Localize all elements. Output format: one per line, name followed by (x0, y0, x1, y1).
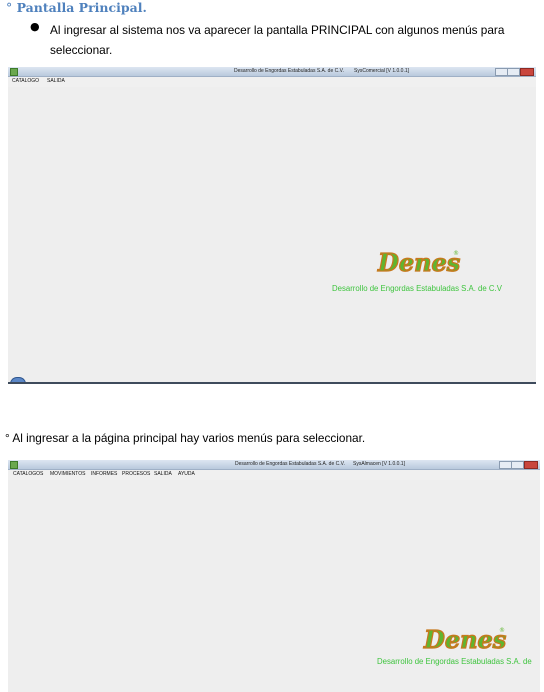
menu-movimientos[interactable]: MOVIMIENTOS (50, 471, 85, 478)
close-icon[interactable] (520, 68, 534, 76)
menu-salida[interactable]: SALIDA (154, 471, 172, 478)
window-title: Desarrollo de Engordas Estabuladas S.A. … (235, 461, 345, 467)
menu-informes[interactable]: INFORMES (91, 471, 117, 478)
taskbar-edge (8, 382, 536, 384)
menu-bar: CATALOGOS MOVIMIENTOS INFORMES PROCESOS … (8, 470, 540, 479)
menu-catalogo[interactable]: CATALOGO (12, 78, 39, 85)
window-version: SysAlmacen [V 1.0.0.1] (353, 461, 405, 467)
menu-bar: CATALOGO SALIDA (8, 77, 536, 86)
maximize-icon[interactable] (511, 461, 524, 469)
menu-ayuda[interactable]: AYUDA (178, 471, 195, 478)
denes-logo: Denes ® (376, 247, 462, 277)
degree-marker: ° (6, 0, 13, 15)
window-version: SysComercial [V 1.0.0.1] (354, 68, 410, 74)
app-icon (10, 68, 18, 76)
logo-wordmark: Denes (423, 625, 507, 654)
window-title: Desarrollo de Engordas Estabuladas S.A. … (234, 68, 344, 74)
maximize-icon[interactable] (507, 68, 520, 76)
bullet-icon: ● (30, 20, 40, 33)
menu-catalogos[interactable]: CATALOGOS (13, 471, 43, 478)
screenshot-main-window-sysalmacen: Desarrollo de Engordas Estabuladas S.A. … (8, 460, 540, 692)
screenshot-main-window-syscomercial: Desarrollo de Engordas Estabuladas S.A. … (8, 67, 536, 384)
logo-caption: Desarrollo de Engordas Estabuladas S.A. … (377, 657, 532, 666)
logo-registered-mark: ® (453, 250, 459, 257)
paragraph-text: ° Al ingresar a la página principal hay … (5, 431, 366, 445)
window-titlebar: Desarrollo de Engordas Estabuladas S.A. … (8, 67, 536, 77)
section-heading: ° Pantalla Principal. (6, 0, 147, 16)
window-titlebar: Desarrollo de Engordas Estabuladas S.A. … (8, 460, 540, 470)
close-icon[interactable] (524, 461, 538, 469)
menu-salida[interactable]: SALIDA (47, 78, 65, 85)
section-title: Pantalla Principal. (16, 0, 147, 15)
window-content: Denes ® Desarrollo de Engordas Estabulad… (8, 87, 536, 384)
bullet-text: Al ingresar al sistema nos va aparecer l… (50, 23, 505, 57)
denes-logo: Denes ® (422, 624, 508, 654)
logo-registered-mark: ® (499, 627, 505, 634)
menu-procesos[interactable]: PROCESOS (122, 471, 150, 478)
logo-wordmark: Denes (377, 248, 461, 277)
app-icon (10, 461, 18, 469)
logo-caption: Desarrollo de Engordas Estabuladas S.A. … (332, 284, 502, 293)
window-content: Denes ® Desarrollo de Engordas Estabulad… (8, 480, 540, 692)
